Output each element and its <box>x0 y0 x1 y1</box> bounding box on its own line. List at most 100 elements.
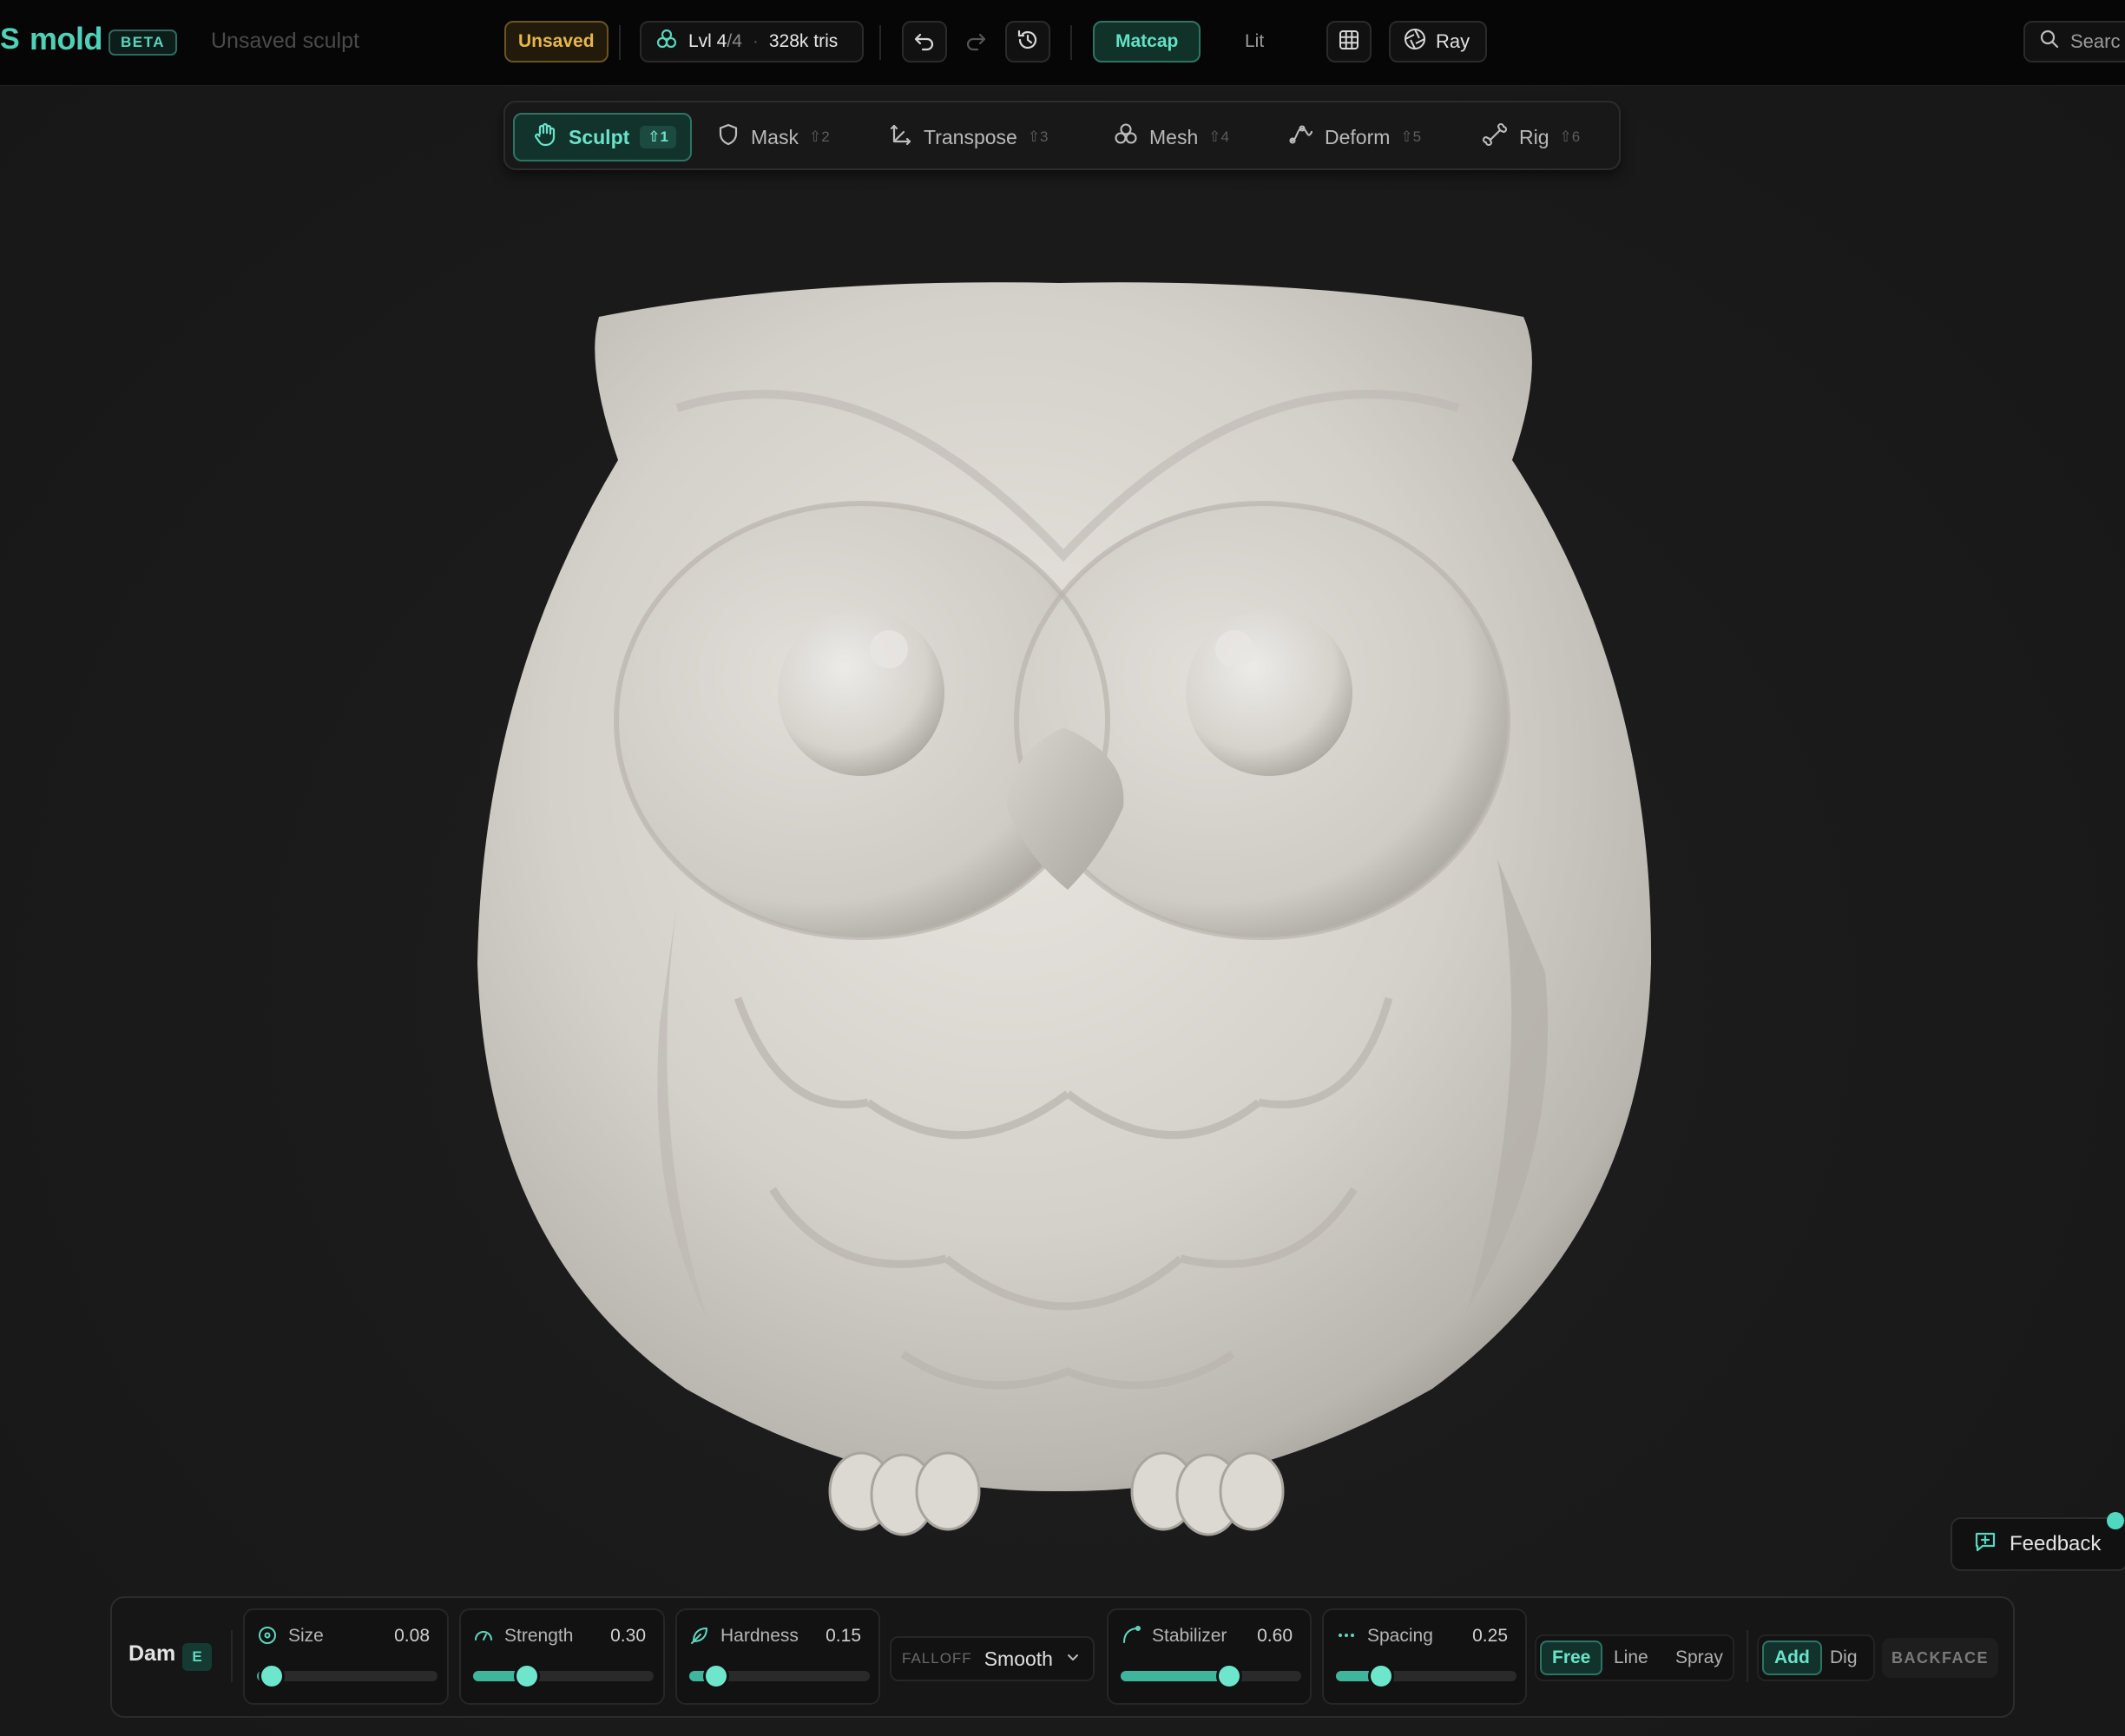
stabilizer-slider[interactable] <box>1121 1663 1301 1689</box>
gauge-icon <box>473 1625 494 1650</box>
feather-icon <box>689 1625 710 1650</box>
mode-switcher: Sculpt ⇧1 Mask ⇧2 Transpose ⇧3 Mesh ⇧4 D… <box>503 101 1621 170</box>
brush-name[interactable]: Dam <box>128 1641 175 1667</box>
dots-icon <box>1336 1625 1357 1650</box>
lit-label: Lit <box>1245 31 1265 51</box>
message-plus-icon <box>1973 1529 1997 1560</box>
stroke-mode-toggle: Free Line Spray <box>1535 1634 1734 1681</box>
deform-icon <box>1288 122 1314 153</box>
mode-shortcut: ⇧6 <box>1559 128 1581 145</box>
slider-value: 0.25 <box>1472 1626 1508 1646</box>
feedback-button[interactable]: Feedback <box>1951 1517 2125 1571</box>
mode-shortcut: ⇧5 <box>1400 128 1422 145</box>
undo-button[interactable] <box>902 21 947 62</box>
strength-slider[interactable] <box>473 1663 654 1689</box>
mode-label: Mask <box>751 125 799 148</box>
stroke-spray-button[interactable]: Spray <box>1665 1641 1734 1675</box>
stabilizer-slider-card: Stabilizer 0.60 <box>1107 1608 1312 1705</box>
stroke-line-button[interactable]: Line <box>1603 1641 1659 1675</box>
undo-icon <box>913 29 936 56</box>
brand-logo-fragment: S <box>0 23 20 56</box>
transpose-icon <box>889 122 913 152</box>
falloff-dropdown[interactable]: FALLOFF Smooth <box>890 1636 1095 1681</box>
mode-label: Mesh <box>1149 125 1199 148</box>
dig-direction-button[interactable]: Dig <box>1819 1641 1868 1675</box>
hardness-slider-card: Hardness 0.15 <box>675 1608 880 1705</box>
raytrace-button[interactable]: Ray <box>1389 21 1487 62</box>
mode-tab-mesh[interactable]: Mesh ⇧4 <box>1113 113 1229 161</box>
hardness-slider[interactable] <box>689 1663 870 1689</box>
backface-toggle[interactable]: BACKFACE <box>1882 1638 1998 1678</box>
curve-icon <box>1121 1625 1141 1650</box>
toolbar-divider <box>619 25 621 60</box>
mode-label: Transpose <box>924 125 1017 148</box>
mode-shortcut: ⇧2 <box>808 128 830 145</box>
add-direction-button[interactable]: Add <box>1762 1641 1822 1675</box>
bar-divider <box>1747 1630 1748 1682</box>
level-label: Lvl 4/4 <box>688 31 742 51</box>
mode-label: Rig <box>1519 125 1549 148</box>
slider-handle[interactable] <box>703 1663 730 1689</box>
slider-handle[interactable] <box>514 1663 541 1689</box>
falloff-value: Smooth <box>984 1647 1053 1670</box>
search-icon <box>2039 29 2060 55</box>
matcap-label: Matcap <box>1115 31 1179 51</box>
subdivision-level-button[interactable]: Lvl 4/4 · 328k tris <box>640 21 864 62</box>
spacing-slider-card: Spacing 0.25 <box>1322 1608 1527 1705</box>
mode-shortcut: ⇧4 <box>1208 128 1229 145</box>
history-icon <box>1016 28 1040 56</box>
size-slider[interactable] <box>257 1663 438 1689</box>
document-title[interactable]: Unsaved sculpt <box>211 29 359 54</box>
mode-tab-deform[interactable]: Deform ⇧5 <box>1288 113 1421 161</box>
lit-shading-button[interactable]: Lit <box>1236 21 1273 62</box>
brand-logo[interactable]: mold <box>30 21 103 57</box>
mode-label: Deform <box>1325 125 1391 148</box>
notification-dot <box>2107 1512 2124 1529</box>
slider-handle[interactable] <box>258 1663 285 1689</box>
spacing-slider[interactable] <box>1336 1663 1516 1689</box>
beta-badge: BETA <box>109 30 178 56</box>
slider-value: 0.60 <box>1257 1626 1293 1646</box>
top-toolbar: S mold BETA Unsaved sculpt Unsaved Lvl 4… <box>0 0 2125 86</box>
shield-icon <box>716 122 740 152</box>
aperture-icon <box>1403 27 1427 56</box>
save-status-label: Unsaved <box>518 31 595 51</box>
ray-label: Ray <box>1436 30 1470 52</box>
slider-fill <box>1121 1671 1229 1681</box>
redo-button[interactable] <box>953 21 998 62</box>
toolbar-divider <box>879 25 881 60</box>
slider-label: Spacing <box>1367 1626 1433 1646</box>
mode-tab-rig[interactable]: Rig ⇧6 <box>1483 113 1580 161</box>
mode-shortcut: ⇧3 <box>1027 128 1049 145</box>
mesh-levels-icon <box>655 28 678 56</box>
history-button[interactable] <box>1005 21 1050 62</box>
hand-icon <box>532 122 558 153</box>
mode-label: Sculpt <box>569 125 630 148</box>
search-label: Searc <box>2070 30 2121 52</box>
save-status-badge[interactable]: Unsaved <box>504 21 609 62</box>
slider-value: 0.08 <box>394 1626 430 1646</box>
slider-label: Size <box>288 1626 324 1646</box>
slider-label: Stabilizer <box>1152 1626 1227 1646</box>
triangle-count: 328k tris <box>768 31 839 51</box>
mode-tab-sculpt[interactable]: Sculpt ⇧1 <box>513 113 692 161</box>
brush-shortcut-badge: E <box>182 1643 212 1671</box>
level-separator: · <box>752 31 759 51</box>
grid-icon <box>1338 29 1360 56</box>
brush-direction-toggle: Add Dig <box>1757 1634 1875 1681</box>
size-slider-card: Size 0.08 <box>243 1608 449 1705</box>
mode-tab-mask[interactable]: Mask ⇧2 <box>716 113 830 161</box>
stroke-free-button[interactable]: Free <box>1540 1641 1603 1675</box>
owl-model[interactable] <box>0 86 2125 1736</box>
slider-label: Hardness <box>720 1626 799 1646</box>
slider-handle[interactable] <box>1368 1663 1394 1689</box>
bar-divider <box>231 1630 233 1682</box>
mode-tab-transpose[interactable]: Transpose ⇧3 <box>889 113 1049 161</box>
sculpt-viewport[interactable] <box>0 86 2125 1736</box>
wireframe-grid-button[interactable] <box>1326 21 1372 62</box>
matcap-shading-button[interactable]: Matcap <box>1093 21 1201 62</box>
slider-handle[interactable] <box>1215 1663 1242 1689</box>
slider-value: 0.15 <box>826 1626 861 1646</box>
search-button[interactable]: Searc <box>2023 21 2125 62</box>
mode-shortcut: ⇧1 <box>640 126 676 148</box>
